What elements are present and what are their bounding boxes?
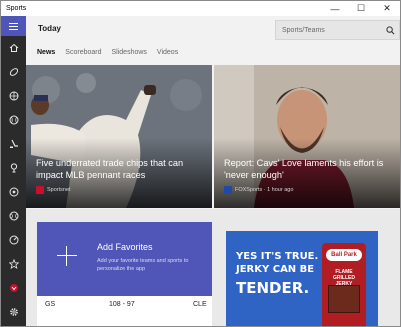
game-score: 108 - 97 xyxy=(109,301,135,308)
news-tile-mlb[interactable]: Five underrated trade chips that can imp… xyxy=(26,65,212,208)
soccer-icon xyxy=(9,187,18,197)
plus-icon xyxy=(57,246,77,266)
add-favorites-card[interactable]: Add Favorites Add your favorite teams an… xyxy=(37,222,212,296)
title-bar: Sports — ☐ ✕ xyxy=(1,1,400,16)
nav-home[interactable] xyxy=(1,36,26,60)
page-title: Today xyxy=(38,24,61,33)
tab-videos[interactable]: Videos xyxy=(157,49,178,56)
nav-tennis[interactable] xyxy=(1,204,26,228)
source-name: FOXSports · 1 hour ago xyxy=(235,187,294,193)
foxsports-logo-icon xyxy=(224,186,232,194)
nav-racing[interactable] xyxy=(1,228,26,252)
nav-baseball[interactable] xyxy=(1,108,26,132)
story-headline[interactable]: Report: Cavs' Love laments his effort is… xyxy=(224,157,392,181)
ad-line-1: YES IT'S TRUE. xyxy=(236,251,319,262)
app-name: Sports xyxy=(6,5,27,12)
football-icon xyxy=(9,68,18,76)
nav-soccer[interactable] xyxy=(1,180,26,204)
tab-news[interactable]: News xyxy=(37,49,55,56)
ad-brand: Ball Park xyxy=(326,249,362,261)
ad-line-3: TENDER. xyxy=(236,279,310,297)
tab-slideshows[interactable]: Slideshows xyxy=(112,49,147,56)
hamburger-menu-button[interactable] xyxy=(1,16,26,36)
star-icon xyxy=(8,259,19,269)
story-headline[interactable]: Five underrated trade chips that can imp… xyxy=(36,157,204,181)
tab-scoreboard[interactable]: Scoreboard xyxy=(65,49,101,56)
score-card[interactable]: GS 108 - 97 CLE xyxy=(37,296,212,326)
team-logo-icon xyxy=(9,284,18,292)
search-input[interactable]: Sports/Teams xyxy=(276,27,381,34)
jerky-advertisement[interactable]: YES IT'S TRUE. JERKY CAN BE TENDER. Ball… xyxy=(226,231,378,326)
hamburger-icon xyxy=(9,22,18,30)
golf-icon xyxy=(10,163,17,173)
away-team: CLE xyxy=(193,301,207,308)
settings-icon xyxy=(9,308,18,316)
source-name: Sportsnet xyxy=(47,187,71,193)
news-tile-cavs[interactable]: Report: Cavs' Love laments his effort is… xyxy=(214,65,400,208)
add-favorites-description: Add your favorite teams and sports to pe… xyxy=(97,258,189,272)
home-icon xyxy=(9,43,18,52)
story-source: FOXSports · 1 hour ago xyxy=(224,186,293,194)
home-team: GS xyxy=(45,301,56,308)
nav-settings[interactable] xyxy=(1,300,26,324)
search-box[interactable]: Sports/Teams xyxy=(275,20,400,40)
baseball-icon xyxy=(9,115,18,125)
basketball-icon xyxy=(9,91,18,101)
add-favorites-title: Add Favorites xyxy=(97,242,153,252)
header: Today Sports/Teams xyxy=(26,16,400,42)
jerky-package: Ball Park FLAME GRILLED JERKY xyxy=(322,243,366,326)
nav-golf[interactable] xyxy=(1,156,26,180)
maximize-button[interactable]: ☐ xyxy=(348,1,374,16)
racing-icon xyxy=(9,235,18,245)
ad-line-2: JERKY CAN BE xyxy=(236,264,315,275)
story-source: Sportsnet xyxy=(36,186,71,194)
close-button[interactable]: ✕ xyxy=(374,1,400,16)
search-icon[interactable] xyxy=(381,21,399,39)
tennis-icon xyxy=(9,211,18,221)
nav-hockey[interactable] xyxy=(1,132,26,156)
sportsnet-logo-icon xyxy=(36,186,44,194)
sports-app-window: Sports — ☐ ✕ Today Sports/Teams News Sco… xyxy=(0,0,401,327)
nav-team[interactable] xyxy=(1,276,26,300)
nav-favorites[interactable] xyxy=(1,252,26,276)
nav-basketball[interactable] xyxy=(1,84,26,108)
jerky-image xyxy=(328,285,360,313)
minimize-button[interactable]: — xyxy=(322,1,348,16)
nav-football[interactable] xyxy=(1,60,26,84)
navigation-rail xyxy=(1,16,26,326)
hockey-icon xyxy=(9,139,18,148)
section-tabs: News Scoreboard Slideshows Videos xyxy=(26,42,400,63)
